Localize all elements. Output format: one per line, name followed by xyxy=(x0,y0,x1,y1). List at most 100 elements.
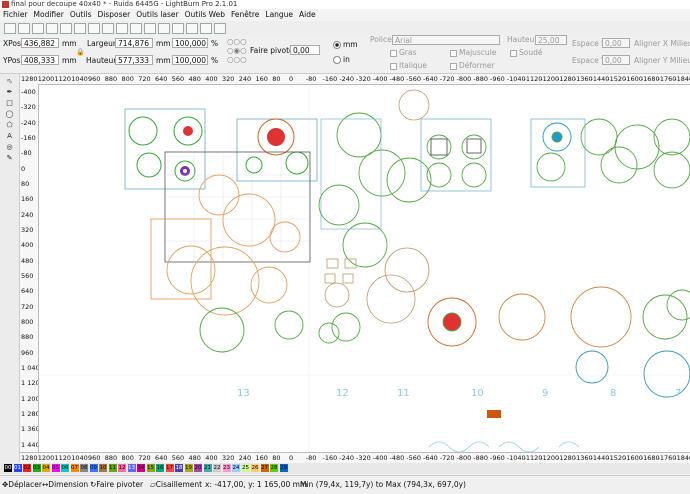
palette-swatch[interactable]: 12 xyxy=(118,464,126,472)
text-icon[interactable]: A xyxy=(5,133,14,140)
hspace-field[interactable]: 0,00 xyxy=(602,38,630,48)
welded-option[interactable]: Soudé xyxy=(510,48,542,58)
settings-icon[interactable] xyxy=(214,23,226,34)
dimension-tool[interactable]: ↔ Dimension xyxy=(42,476,88,494)
design-group-tan[interactable] xyxy=(324,89,430,293)
align-x-select[interactable]: Aligner X Milieu xyxy=(634,39,690,49)
design-group-12[interactable] xyxy=(236,118,318,182)
distort-option[interactable]: Déformer xyxy=(450,61,495,71)
design-canvas[interactable]: 13 12 11 10 9 8 7 xyxy=(39,85,690,452)
palette-swatch[interactable]: 06 xyxy=(61,464,69,472)
pan-icon[interactable] xyxy=(158,23,170,34)
palette-swatch[interactable]: 29 xyxy=(279,464,288,472)
menu-window[interactable]: Fenêtre xyxy=(228,9,262,21)
palette-swatch[interactable]: 28 xyxy=(270,464,278,472)
design-group-orange[interactable] xyxy=(150,174,301,316)
palette-swatch[interactable]: 20 xyxy=(194,464,202,472)
caps-option[interactable]: Majuscule xyxy=(450,48,496,58)
palette-swatch[interactable]: 27 xyxy=(260,464,269,472)
ellipse-icon[interactable]: ◯ xyxy=(5,111,14,118)
design-row-lower[interactable] xyxy=(199,286,690,398)
import-icon[interactable] xyxy=(18,23,30,34)
shear-tool[interactable]: ▱ Cisaillement xyxy=(150,476,202,494)
palette-swatch[interactable]: 10 xyxy=(99,464,107,472)
scale-height-field[interactable]: 100,000 xyxy=(172,55,208,65)
unit-in-option[interactable]: in xyxy=(333,55,350,65)
rotate-field[interactable]: 0,00 xyxy=(290,45,320,55)
rotate-tool[interactable]: ↻ Faire pivoter xyxy=(90,476,143,494)
palette-swatch[interactable]: 25 xyxy=(241,464,250,472)
vspace-field[interactable]: 0,00 xyxy=(602,55,630,65)
zoom-fit-icon[interactable] xyxy=(144,23,156,34)
palette-swatch[interactable]: 18 xyxy=(175,464,183,472)
menu-laser-tools[interactable]: Outils laser xyxy=(133,9,181,21)
palette-swatch[interactable]: 13 xyxy=(127,464,136,472)
menu-file[interactable]: Fichier xyxy=(0,9,31,21)
ungroup-icon[interactable] xyxy=(186,23,198,34)
palette-swatch[interactable]: 07 xyxy=(70,464,79,472)
align-y-select[interactable]: Aligner Y Milieu xyxy=(634,56,690,66)
palette-swatch[interactable]: 11 xyxy=(108,464,117,472)
save-icon[interactable] xyxy=(32,23,44,34)
palette-swatch[interactable]: 23 xyxy=(222,464,231,472)
palette-swatch[interactable]: 15 xyxy=(146,464,155,472)
palette-swatch[interactable]: 05 xyxy=(51,464,60,472)
menu-edit[interactable]: Modifier xyxy=(31,9,67,21)
ypos-field[interactable]: 408,333 xyxy=(21,55,59,65)
small-orange-shape[interactable] xyxy=(487,410,501,418)
design-group-11[interactable] xyxy=(318,112,432,268)
font-select[interactable]: Arial xyxy=(392,35,500,45)
palette-swatch[interactable]: 00 xyxy=(4,464,12,472)
palette-swatch[interactable]: 02 xyxy=(23,464,31,472)
palette-swatch[interactable]: 19 xyxy=(184,464,193,472)
palette-swatch[interactable]: 24 xyxy=(232,464,240,472)
palette-swatch[interactable]: 26 xyxy=(251,464,259,472)
palette-swatch[interactable]: 16 xyxy=(156,464,164,472)
open-icon[interactable] xyxy=(4,23,16,34)
palette-swatch[interactable]: 03 xyxy=(32,464,41,472)
menu-web-tools[interactable]: Outils Web xyxy=(182,9,228,21)
align-icon[interactable] xyxy=(200,23,212,34)
measure-icon[interactable]: ✎ xyxy=(5,155,14,162)
palette-swatch[interactable]: 17 xyxy=(165,464,174,472)
font-height-field[interactable]: 25,00 xyxy=(535,35,567,45)
menu-help[interactable]: Aide xyxy=(296,9,319,21)
unit-mm-option[interactable]: mm xyxy=(333,40,358,50)
palette-swatch[interactable]: 22 xyxy=(213,464,221,472)
zoom-out-icon[interactable] xyxy=(130,23,142,34)
position-laser-icon[interactable]: ◎ xyxy=(5,144,14,151)
paste-icon[interactable] xyxy=(88,23,100,34)
redo-icon[interactable] xyxy=(60,23,72,34)
bold-option[interactable]: Gras xyxy=(390,48,416,58)
italic-option[interactable]: Italique xyxy=(390,61,427,71)
menu-language[interactable]: Langue xyxy=(262,9,296,21)
select-icon[interactable]: ⬁ xyxy=(5,78,14,85)
design-group-10[interactable] xyxy=(420,118,492,192)
palette-swatch[interactable]: 04 xyxy=(42,464,50,472)
design-group-9[interactable] xyxy=(530,118,586,188)
group-icon[interactable] xyxy=(172,23,184,34)
delete-icon[interactable] xyxy=(102,23,114,34)
design-row-lower-tan[interactable] xyxy=(324,274,416,324)
design-group-8[interactable] xyxy=(580,118,690,189)
palette-swatch[interactable]: 09 xyxy=(89,464,98,472)
xpos-field[interactable]: 436,882 xyxy=(21,38,59,48)
edit-nodes-icon[interactable]: ✒ xyxy=(5,89,14,96)
palette-swatch[interactable]: 08 xyxy=(80,464,88,472)
palette-swatch[interactable]: 21 xyxy=(203,464,212,472)
polygon-icon[interactable]: ⬠ xyxy=(5,122,14,129)
width-field[interactable]: 714,876 xyxy=(115,38,153,48)
menu-arrange[interactable]: Disposer xyxy=(95,9,134,21)
anchor-grid-row3-icon[interactable]: ○○○ xyxy=(227,55,247,65)
palette-swatch[interactable]: 01 xyxy=(13,464,22,472)
move-tool[interactable]: ✥ Déplacer xyxy=(2,476,42,494)
lock-icon[interactable]: 🔒 xyxy=(76,47,85,57)
undo-icon[interactable] xyxy=(46,23,58,34)
zoom-in-icon[interactable] xyxy=(116,23,128,34)
menu-tools[interactable]: Outils xyxy=(67,9,95,21)
palette-swatch[interactable]: 14 xyxy=(137,464,145,472)
rectangle-icon[interactable]: □ xyxy=(5,100,14,107)
height-field[interactable]: 577,333 xyxy=(115,55,153,65)
copy-icon[interactable] xyxy=(74,23,86,34)
scale-width-field[interactable]: 100,000 xyxy=(172,38,208,48)
